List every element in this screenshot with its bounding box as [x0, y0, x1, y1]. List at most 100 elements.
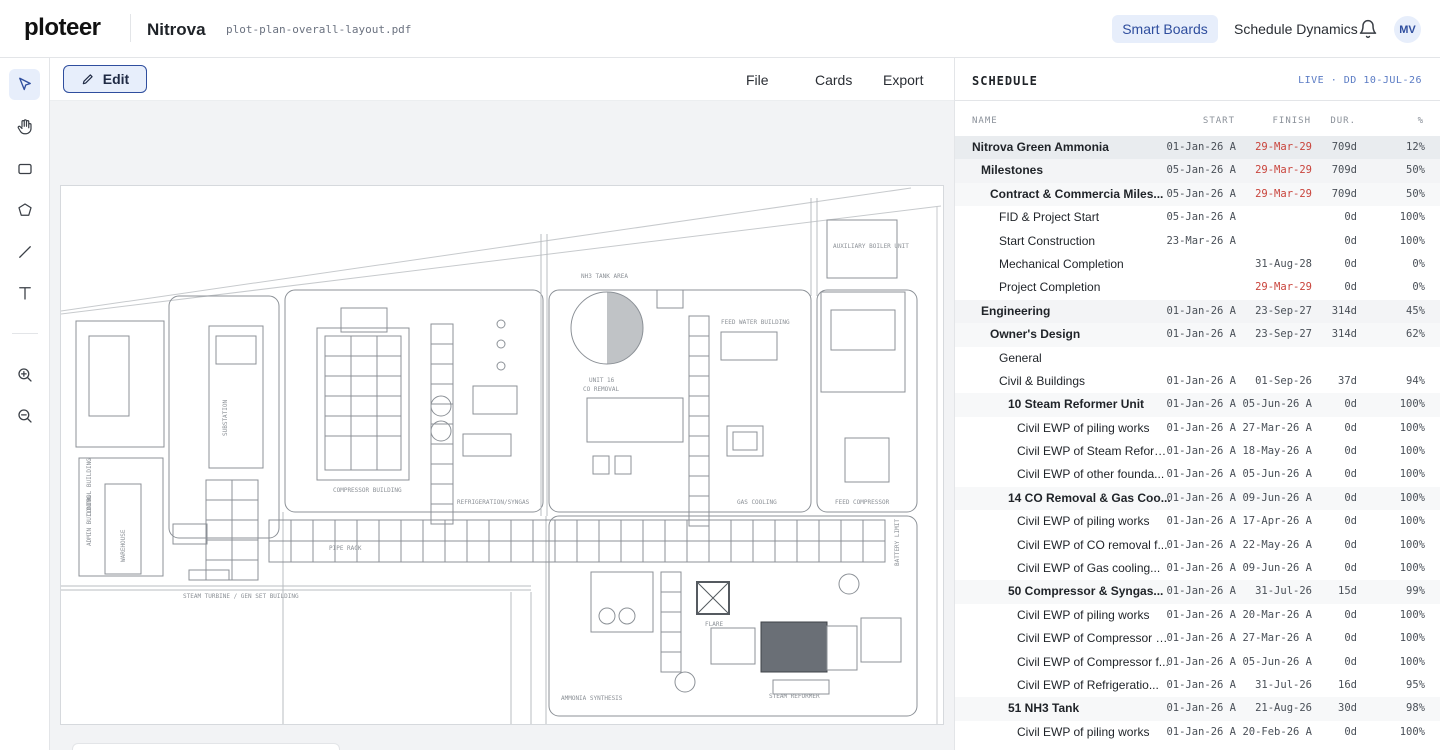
- task-start: 01-Jan-26 A: [1166, 328, 1236, 341]
- reformer-label: STEAM REFORMER: [769, 693, 820, 700]
- schedule-title: SCHEDULE: [972, 74, 1038, 88]
- pan-tool[interactable]: [9, 111, 40, 142]
- schedule-row[interactable]: Start Construction 23-Mar-26 A 0d 100%: [955, 229, 1440, 253]
- task-finish: 29-Mar-29: [1255, 281, 1312, 294]
- task-duration: 709d: [1331, 141, 1357, 153]
- schedule-row[interactable]: Mechanical Completion 31-Aug-28 0d 0%: [955, 252, 1440, 277]
- task-finish: 31-Jul-26: [1255, 678, 1312, 691]
- task-name: Civil EWP of other founda...: [1017, 467, 1165, 482]
- rectangle-tool[interactable]: [9, 153, 40, 184]
- file-name: plot-plan-overall-layout.pdf: [226, 23, 412, 36]
- schedule-row[interactable]: FID & Project Start 05-Jan-26 A 0d 100%: [955, 206, 1440, 230]
- drawing-canvas[interactable]: SUBSTATION COMPRESSOR BUILDING REFRIGERA…: [50, 101, 954, 750]
- schedule-row[interactable]: 14 CO Removal & Gas Coo... 01-Jan-26 A 09-…: [955, 486, 1440, 511]
- task-percent: 100%: [1399, 608, 1425, 621]
- edit-button[interactable]: Edit: [63, 65, 147, 93]
- task-name: Civil EWP of Compressor f...: [1017, 654, 1169, 669]
- task-percent: 100%: [1399, 655, 1425, 668]
- schedule-row[interactable]: Civil EWP of piling works 01-Jan-26 A 27-M…: [955, 416, 1440, 441]
- col-finish-header[interactable]: FINISH: [1272, 116, 1311, 126]
- line-tool[interactable]: [9, 236, 40, 267]
- app-logo[interactable]: ploteer: [24, 14, 101, 42]
- task-percent: 50%: [1406, 164, 1425, 177]
- schedule-row[interactable]: Civil EWP of Refrigeratio... 01-Jan-26 A 3…: [955, 673, 1440, 698]
- task-duration: 37d: [1338, 374, 1357, 387]
- task-name: Civil & Buildings: [999, 373, 1086, 388]
- export-menu[interactable]: Export: [883, 72, 923, 88]
- edit-label: Edit: [102, 71, 130, 87]
- task-percent: 100%: [1399, 234, 1425, 247]
- select-tool[interactable]: [9, 69, 40, 100]
- text-tool[interactable]: [9, 277, 40, 308]
- task-finish: 21-Aug-26: [1255, 702, 1312, 715]
- schedule-row[interactable]: Contract & Commercia Miles... 05-Jan-26 A…: [955, 182, 1440, 207]
- task-name: Civil EWP of CO removal f...: [1017, 537, 1168, 552]
- col-start-header[interactable]: START: [1203, 116, 1235, 126]
- task-start: 01-Jan-26 A: [1166, 491, 1236, 504]
- zoom-out-tool[interactable]: [9, 400, 40, 431]
- project-name[interactable]: Nitrova: [147, 20, 206, 40]
- task-duration: 0d: [1344, 515, 1357, 528]
- task-percent: 100%: [1399, 491, 1425, 504]
- schedule-row[interactable]: Project Completion 29-Mar-29 0d 0%: [955, 276, 1440, 300]
- feed-water-label: FEED WATER BUILDING: [721, 319, 790, 326]
- file-menu[interactable]: File: [746, 72, 769, 88]
- task-start: 01-Jan-26 A: [1166, 515, 1236, 528]
- task-finish: 27-Mar-26 A: [1242, 632, 1312, 645]
- task-start: 05-Jan-26 A: [1166, 164, 1236, 177]
- schedule-row[interactable]: Civil & Buildings 01-Jan-26 A 01-Sep-26 37d…: [955, 369, 1440, 394]
- schedule-row[interactable]: Civil EWP of Compressor w... 01-Jan-26 A 2…: [955, 627, 1440, 651]
- col-pct-header[interactable]: %: [1418, 116, 1424, 126]
- task-name: 51 NH3 Tank: [1008, 701, 1080, 716]
- schedule-row[interactable]: Civil EWP of Compressor f... 01-Jan-26 A 0…: [955, 650, 1440, 674]
- schedule-row[interactable]: Owner's Design 01-Jan-26 A 23-Sep-27 314d 62…: [955, 323, 1440, 347]
- bell-icon[interactable]: [1358, 19, 1378, 39]
- schedule-row[interactable]: General: [955, 346, 1440, 370]
- schedule-row[interactable]: Engineering 01-Jan-26 A 23-Sep-27 314d 45%: [955, 299, 1440, 324]
- schedule-row[interactable]: Civil EWP of CO removal f... 01-Jan-26 A 2…: [955, 533, 1440, 558]
- task-duration: 709d: [1331, 187, 1357, 200]
- task-percent: 100%: [1399, 538, 1425, 551]
- col-name-header[interactable]: NAME: [972, 116, 998, 126]
- schedule-row[interactable]: Civil EWP of Steam Reform... 01-Jan-26 A 1…: [955, 440, 1440, 464]
- cards-menu[interactable]: Cards: [815, 72, 852, 88]
- schedule-row[interactable]: 51 NH3 Tank 01-Jan-26 A 21-Aug-26 30d 98%: [955, 697, 1440, 721]
- steam-turbine-label: STEAM TURBINE / GEN SET BUILDING: [183, 593, 299, 600]
- canvas-toolbar: Edit File Cards Export: [50, 58, 954, 101]
- task-name: Owner's Design: [990, 327, 1081, 342]
- rectangle-icon: [17, 163, 32, 174]
- schedule-row[interactable]: Civil EWP of piling works 01-Jan-26 A 17-A…: [955, 510, 1440, 534]
- schedule-row[interactable]: Nitrova Green Ammonia 01-Jan-26 A 29-Mar-2…: [955, 136, 1440, 160]
- task-duration: 314d: [1331, 328, 1357, 341]
- task-percent: 100%: [1399, 632, 1425, 645]
- task-duration: 0d: [1344, 445, 1357, 458]
- schedule-rows: Nitrova Green Ammonia 01-Jan-26 A 29-Mar-2…: [955, 136, 1440, 745]
- schedule-row[interactable]: Civil EWP of piling works 01-Jan-26 A 20-M…: [955, 603, 1440, 628]
- task-name: Civil EWP of Refrigeratio...: [1017, 677, 1159, 692]
- task-start: 01-Jan-26 A: [1166, 304, 1236, 317]
- task-duration: 15d: [1338, 585, 1357, 598]
- schedule-row[interactable]: Civil EWP of other founda... 01-Jan-26 A 0…: [955, 463, 1440, 487]
- task-finish: 27-Mar-26 A: [1242, 421, 1312, 434]
- schedule-row[interactable]: Milestones 05-Jan-26 A 29-Mar-29 709d 50%: [955, 159, 1440, 183]
- page-tab[interactable]: [72, 743, 340, 750]
- task-name: Civil EWP of Steam Reform...: [1017, 444, 1172, 459]
- schedule-row[interactable]: 50 Compressor & Syngas... 01-Jan-26 A 31-J…: [955, 580, 1440, 604]
- task-start: 01-Jan-26 A: [1166, 141, 1236, 153]
- col-dur-header[interactable]: DUR.: [1330, 116, 1356, 126]
- smart-boards-button[interactable]: Smart Boards: [1112, 15, 1218, 43]
- task-finish: 09-Jun-26 A: [1242, 562, 1312, 575]
- task-finish: 23-Sep-27: [1255, 328, 1312, 341]
- schedule-dynamics-link[interactable]: Schedule Dynamics: [1234, 21, 1358, 37]
- schedule-row[interactable]: 10 Steam Reformer Unit 01-Jan-26 A 05-Jun-…: [955, 393, 1440, 417]
- task-finish: 09-Jun-26 A: [1242, 491, 1312, 504]
- schedule-row[interactable]: Civil EWP of piling works 01-Jan-26 A 20-F…: [955, 720, 1440, 745]
- task-duration: 0d: [1344, 491, 1357, 504]
- schedule-row[interactable]: Civil EWP of Gas cooling... 01-Jan-26 A 09…: [955, 557, 1440, 581]
- zoom-in-tool[interactable]: [9, 359, 40, 390]
- polygon-tool[interactable]: [9, 194, 40, 225]
- plot-plan-sheet[interactable]: SUBSTATION COMPRESSOR BUILDING REFRIGERA…: [60, 185, 944, 725]
- task-finish: 29-Mar-29: [1255, 141, 1312, 153]
- task-start: 01-Jan-26 A: [1166, 421, 1236, 434]
- user-avatar[interactable]: MV: [1394, 16, 1421, 43]
